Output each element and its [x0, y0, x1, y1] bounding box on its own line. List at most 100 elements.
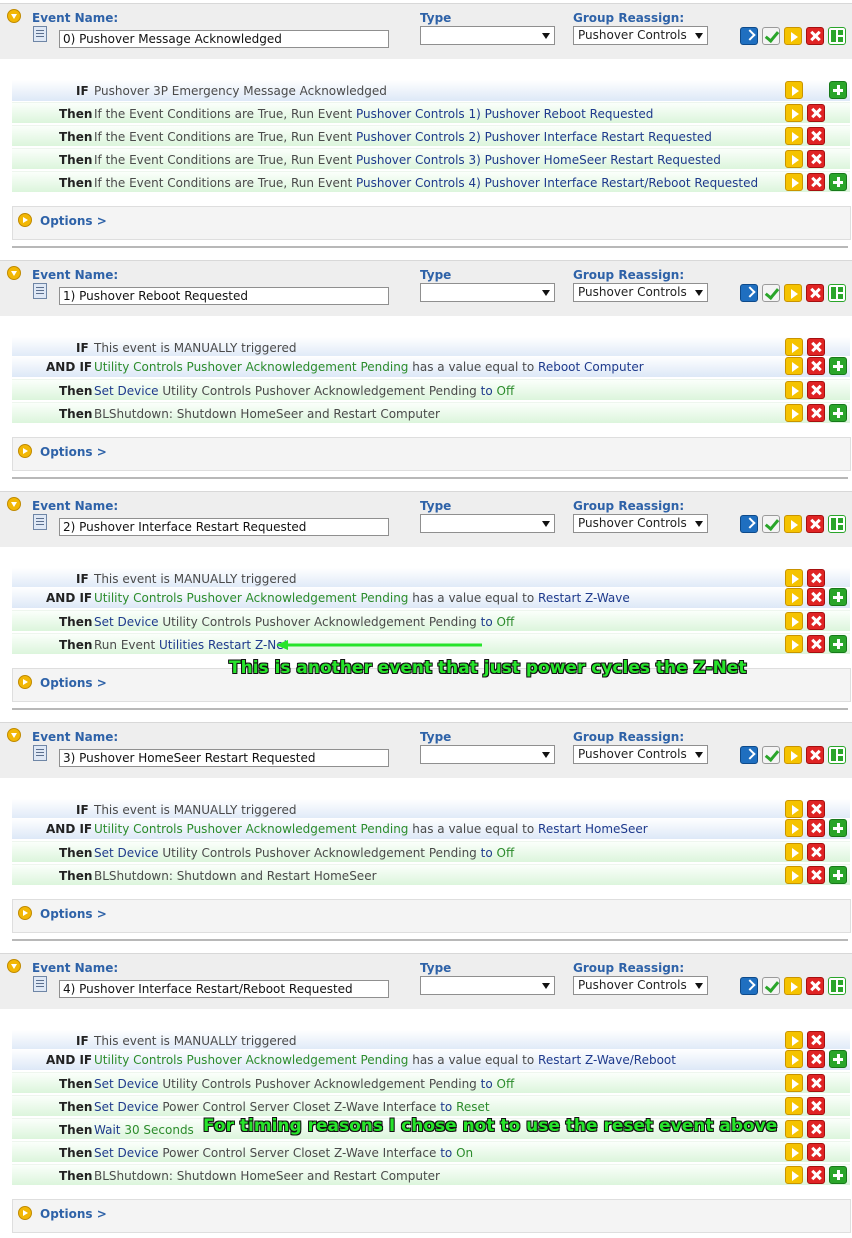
expand-icon[interactable]: [785, 338, 803, 356]
add-icon[interactable]: [829, 819, 847, 837]
expand-options-icon[interactable]: [18, 906, 32, 920]
delete-icon[interactable]: [806, 746, 824, 764]
group-icon[interactable]: [828, 746, 846, 764]
row-link[interactable]: Off: [497, 1077, 515, 1091]
expand-icon[interactable]: [785, 1074, 803, 1092]
delete-icon[interactable]: [807, 635, 825, 653]
group-reassign-select[interactable]: Pushover Controls: [573, 283, 708, 302]
row-link[interactable]: Pushover Controls 2) Pushover Interface …: [356, 130, 712, 144]
row-link[interactable]: to: [440, 1100, 456, 1114]
expand-icon[interactable]: [785, 381, 803, 399]
delete-icon[interactable]: [807, 612, 825, 630]
row-link[interactable]: to: [440, 1146, 456, 1160]
row-link[interactable]: Set Device: [94, 384, 162, 398]
type-select[interactable]: [420, 283, 555, 302]
expand-icon[interactable]: [785, 1097, 803, 1115]
group-icon[interactable]: [828, 284, 846, 302]
group-reassign-select[interactable]: Pushover Controls: [573, 745, 708, 764]
row-link[interactable]: Off: [497, 615, 515, 629]
enable-event-check[interactable]: [762, 515, 780, 533]
enable-event-check[interactable]: [762, 746, 780, 764]
group-reassign-select[interactable]: Pushover Controls: [573, 976, 708, 995]
collapse-event-icon[interactable]: [7, 497, 21, 511]
row-link[interactable]: Pushover Controls 3) Pushover HomeSeer R…: [356, 153, 721, 167]
row-link[interactable]: Utilities Restart Z-Net: [159, 638, 288, 652]
collapse-event-icon[interactable]: [7, 266, 21, 280]
delete-icon[interactable]: [807, 338, 825, 356]
delete-icon[interactable]: [807, 843, 825, 861]
expand-options-icon[interactable]: [18, 213, 32, 227]
expand-icon[interactable]: [785, 569, 803, 587]
add-icon[interactable]: [829, 635, 847, 653]
delete-icon[interactable]: [807, 1143, 825, 1161]
type-select[interactable]: [420, 26, 555, 45]
group-icon[interactable]: [828, 977, 846, 995]
event-name-input[interactable]: 3) Pushover HomeSeer Restart Requested: [59, 749, 389, 767]
row-link[interactable]: to: [481, 384, 497, 398]
row-link[interactable]: Set Device: [94, 1100, 162, 1114]
group-icon[interactable]: [828, 27, 846, 45]
add-icon[interactable]: [829, 404, 847, 422]
expand-icon[interactable]: [785, 173, 803, 191]
run-event-button[interactable]: [740, 27, 758, 45]
delete-icon[interactable]: [807, 1031, 825, 1049]
delete-icon[interactable]: [807, 800, 825, 818]
delete-icon[interactable]: [807, 1097, 825, 1115]
expand-icon[interactable]: [785, 1050, 803, 1068]
type-select[interactable]: [420, 745, 555, 764]
row-link[interactable]: Set Device: [94, 1146, 162, 1160]
event-name-input[interactable]: 1) Pushover Reboot Requested: [59, 287, 389, 305]
expand-options-icon[interactable]: [18, 1206, 32, 1220]
expand-icon[interactable]: [785, 357, 803, 375]
expand-icon[interactable]: [785, 81, 803, 99]
expand-icon[interactable]: [784, 284, 802, 302]
expand-icon[interactable]: [785, 404, 803, 422]
expand-icon[interactable]: [785, 635, 803, 653]
row-link[interactable]: Pushover Controls 1) Pushover Reboot Req…: [356, 107, 653, 121]
delete-icon[interactable]: [806, 977, 824, 995]
expand-icon[interactable]: [785, 819, 803, 837]
expand-icon[interactable]: [785, 104, 803, 122]
expand-icon[interactable]: [785, 150, 803, 168]
add-icon[interactable]: [829, 1050, 847, 1068]
delete-icon[interactable]: [807, 104, 825, 122]
row-link[interactable]: Utility Controls Pushover Acknowledgemen…: [94, 1053, 408, 1067]
expand-icon[interactable]: [785, 1166, 803, 1184]
row-link[interactable]: to: [481, 846, 497, 860]
options-link[interactable]: Options >: [40, 214, 107, 228]
enable-event-check[interactable]: [762, 27, 780, 45]
enable-event-check[interactable]: [762, 977, 780, 995]
expand-icon[interactable]: [785, 1120, 803, 1138]
delete-icon[interactable]: [807, 1074, 825, 1092]
expand-icon[interactable]: [784, 977, 802, 995]
delete-icon[interactable]: [807, 127, 825, 145]
expand-icon[interactable]: [785, 1031, 803, 1049]
type-select[interactable]: [420, 976, 555, 995]
group-reassign-select[interactable]: Pushover Controls: [573, 514, 708, 533]
delete-icon[interactable]: [806, 284, 824, 302]
add-icon[interactable]: [829, 866, 847, 884]
row-link[interactable]: Off: [497, 846, 515, 860]
row-link[interactable]: Set Device: [94, 1077, 162, 1091]
expand-icon[interactable]: [785, 866, 803, 884]
add-icon[interactable]: [829, 1166, 847, 1184]
run-event-button[interactable]: [740, 284, 758, 302]
delete-icon[interactable]: [807, 1166, 825, 1184]
collapse-event-icon[interactable]: [7, 728, 21, 742]
expand-options-icon[interactable]: [18, 444, 32, 458]
row-link[interactable]: Reset: [456, 1100, 490, 1114]
options-link[interactable]: Options >: [40, 676, 107, 690]
delete-icon[interactable]: [807, 381, 825, 399]
group-icon[interactable]: [828, 515, 846, 533]
row-link[interactable]: Utility Controls Pushover Acknowledgemen…: [94, 822, 408, 836]
expand-icon[interactable]: [785, 800, 803, 818]
type-select[interactable]: [420, 514, 555, 533]
expand-icon[interactable]: [785, 588, 803, 606]
options-link[interactable]: Options >: [40, 445, 107, 459]
delete-icon[interactable]: [807, 1120, 825, 1138]
row-link[interactable]: Utility Controls Pushover Acknowledgemen…: [94, 360, 408, 374]
expand-icon[interactable]: [785, 843, 803, 861]
delete-icon[interactable]: [807, 819, 825, 837]
row-link[interactable]: Pushover Controls 4) Pushover Interface …: [356, 176, 758, 190]
expand-icon[interactable]: [784, 27, 802, 45]
